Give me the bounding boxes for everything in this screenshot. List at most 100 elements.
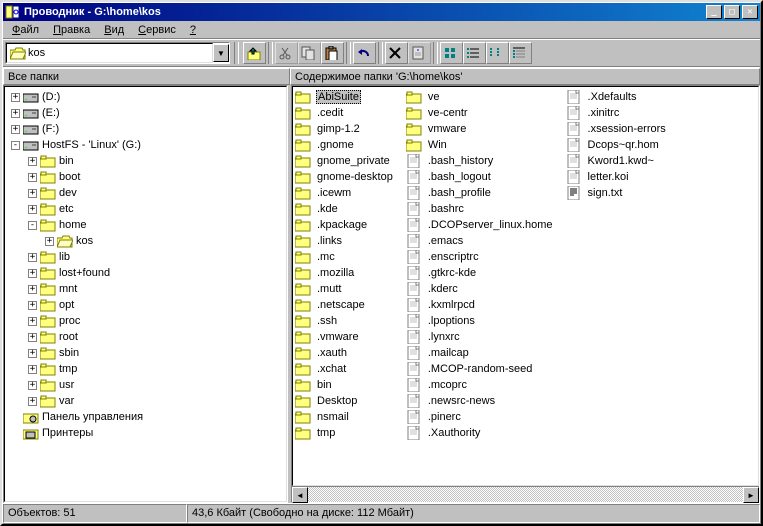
list-item[interactable]: .gnome bbox=[295, 137, 402, 153]
list-item[interactable]: gnome_private bbox=[295, 153, 402, 169]
list-item[interactable]: .netscape bbox=[295, 297, 402, 313]
tree-node[interactable]: +mnt bbox=[7, 281, 284, 297]
expand-toggle[interactable]: + bbox=[28, 349, 37, 358]
list-item[interactable]: .xinitrc bbox=[566, 105, 675, 121]
tree-node[interactable]: Принтеры bbox=[7, 425, 284, 441]
expand-toggle[interactable]: + bbox=[11, 93, 20, 102]
tree-node[interactable]: +tmp bbox=[7, 361, 284, 377]
tree-node[interactable]: +(D:) bbox=[7, 89, 284, 105]
list-item[interactable]: Desktop bbox=[295, 393, 402, 409]
list-item[interactable]: letter.koi bbox=[566, 169, 675, 185]
scroll-left-button[interactable]: ◄ bbox=[292, 487, 308, 503]
list-item[interactable]: .pinerc bbox=[406, 409, 562, 425]
list-item[interactable]: .gtkrc-kde bbox=[406, 265, 562, 281]
list-item[interactable]: .lpoptions bbox=[406, 313, 562, 329]
minimize-button[interactable]: _ bbox=[706, 5, 722, 19]
tree-node[interactable]: +boot bbox=[7, 169, 284, 185]
expand-toggle[interactable]: + bbox=[28, 397, 37, 406]
tree-node[interactable]: Панель управления bbox=[7, 409, 284, 425]
address-combo[interactable]: kos ▼ bbox=[5, 42, 230, 64]
expand-toggle[interactable]: + bbox=[28, 301, 37, 310]
expand-toggle[interactable]: - bbox=[28, 221, 37, 230]
details-button[interactable] bbox=[509, 42, 532, 64]
list-item[interactable]: .Xauthority bbox=[406, 425, 562, 441]
list-button[interactable] bbox=[486, 42, 509, 64]
tree-node[interactable]: +var bbox=[7, 393, 284, 409]
tree-node[interactable]: -HostFS - 'Linux' (G:) bbox=[7, 137, 284, 153]
address-dropdown-button[interactable]: ▼ bbox=[213, 44, 229, 62]
list-item[interactable]: .mailcap bbox=[406, 345, 562, 361]
list-item[interactable]: Kword1.kwd~ bbox=[566, 153, 675, 169]
up-button[interactable] bbox=[243, 42, 266, 64]
tree-node[interactable]: +etc bbox=[7, 201, 284, 217]
list-item[interactable]: .enscriptrc bbox=[406, 249, 562, 265]
expand-toggle[interactable]: + bbox=[28, 285, 37, 294]
cut-button[interactable] bbox=[275, 42, 298, 64]
list-item[interactable]: .bashrc bbox=[406, 201, 562, 217]
expand-toggle[interactable]: + bbox=[28, 365, 37, 374]
list-item[interactable]: .kde bbox=[295, 201, 402, 217]
tree-node[interactable]: +sbin bbox=[7, 345, 284, 361]
list-item[interactable]: bin bbox=[295, 377, 402, 393]
list-item[interactable]: .lynxrc bbox=[406, 329, 562, 345]
list-item[interactable]: ve bbox=[406, 89, 562, 105]
list-item[interactable]: .xchat bbox=[295, 361, 402, 377]
scroll-right-button[interactable]: ► bbox=[743, 487, 759, 503]
expand-toggle[interactable]: - bbox=[11, 141, 20, 150]
expand-toggle[interactable]: + bbox=[28, 333, 37, 342]
list-item[interactable]: Win bbox=[406, 137, 562, 153]
list-item[interactable]: .kxmlrpcd bbox=[406, 297, 562, 313]
tree-node[interactable]: +proc bbox=[7, 313, 284, 329]
list-item[interactable]: .emacs bbox=[406, 233, 562, 249]
list-item[interactable]: ve-centr bbox=[406, 105, 562, 121]
horizontal-scrollbar[interactable]: ◄ ► bbox=[292, 486, 759, 502]
tree-node[interactable]: -home bbox=[7, 217, 284, 233]
list-item[interactable]: .kpackage bbox=[295, 217, 402, 233]
list-item[interactable]: .bash_history bbox=[406, 153, 562, 169]
large-icons-button[interactable] bbox=[440, 42, 463, 64]
list-item[interactable]: .ssh bbox=[295, 313, 402, 329]
list-item[interactable]: .Xdefaults bbox=[566, 89, 675, 105]
list-item[interactable]: .links bbox=[295, 233, 402, 249]
menu-Правка[interactable]: Правка bbox=[46, 22, 97, 38]
list-item[interactable]: .kderc bbox=[406, 281, 562, 297]
expand-toggle[interactable]: + bbox=[11, 109, 20, 118]
menu-Сервис[interactable]: Сервис bbox=[131, 22, 183, 38]
list-item[interactable]: tmp bbox=[295, 425, 402, 441]
tree-node[interactable]: +root bbox=[7, 329, 284, 345]
maximize-button[interactable]: □ bbox=[724, 5, 740, 19]
list-item[interactable]: .cedit bbox=[295, 105, 402, 121]
tree-node[interactable]: +bin bbox=[7, 153, 284, 169]
expand-toggle[interactable]: + bbox=[28, 205, 37, 214]
menu-?[interactable]: ? bbox=[183, 22, 203, 38]
titlebar[interactable]: Проводник - G:\home\kos _ □ ✕ bbox=[3, 3, 760, 21]
properties-button[interactable] bbox=[408, 42, 431, 64]
expand-toggle[interactable]: + bbox=[28, 381, 37, 390]
tree-node[interactable]: +kos bbox=[7, 233, 284, 249]
list-item[interactable]: .xsession-errors bbox=[566, 121, 675, 137]
tree-node[interactable]: +lib bbox=[7, 249, 284, 265]
list-item[interactable]: gnome-desktop bbox=[295, 169, 402, 185]
expand-toggle[interactable]: + bbox=[45, 237, 54, 246]
undo-button[interactable] bbox=[353, 42, 376, 64]
list-item[interactable]: .bash_profile bbox=[406, 185, 562, 201]
small-icons-button[interactable] bbox=[463, 42, 486, 64]
tree-node[interactable]: +(E:) bbox=[7, 105, 284, 121]
delete-button[interactable] bbox=[385, 42, 408, 64]
list-item[interactable]: vmware bbox=[406, 121, 562, 137]
list-item[interactable]: .mc bbox=[295, 249, 402, 265]
expand-toggle[interactable]: + bbox=[28, 253, 37, 262]
list-item[interactable]: .MCOP-random-seed bbox=[406, 361, 562, 377]
expand-toggle[interactable]: + bbox=[28, 173, 37, 182]
copy-button[interactable] bbox=[298, 42, 321, 64]
paste-button[interactable] bbox=[321, 42, 344, 64]
list-item[interactable]: .mutt bbox=[295, 281, 402, 297]
expand-toggle[interactable]: + bbox=[28, 189, 37, 198]
list-item[interactable]: .newsrc-news bbox=[406, 393, 562, 409]
list-item[interactable]: .mozilla bbox=[295, 265, 402, 281]
list-item[interactable]: .vmware bbox=[295, 329, 402, 345]
expand-toggle[interactable]: + bbox=[28, 317, 37, 326]
expand-toggle[interactable]: + bbox=[11, 125, 20, 134]
tree-node[interactable]: +(F:) bbox=[7, 121, 284, 137]
tree-node[interactable]: +lost+found bbox=[7, 265, 284, 281]
